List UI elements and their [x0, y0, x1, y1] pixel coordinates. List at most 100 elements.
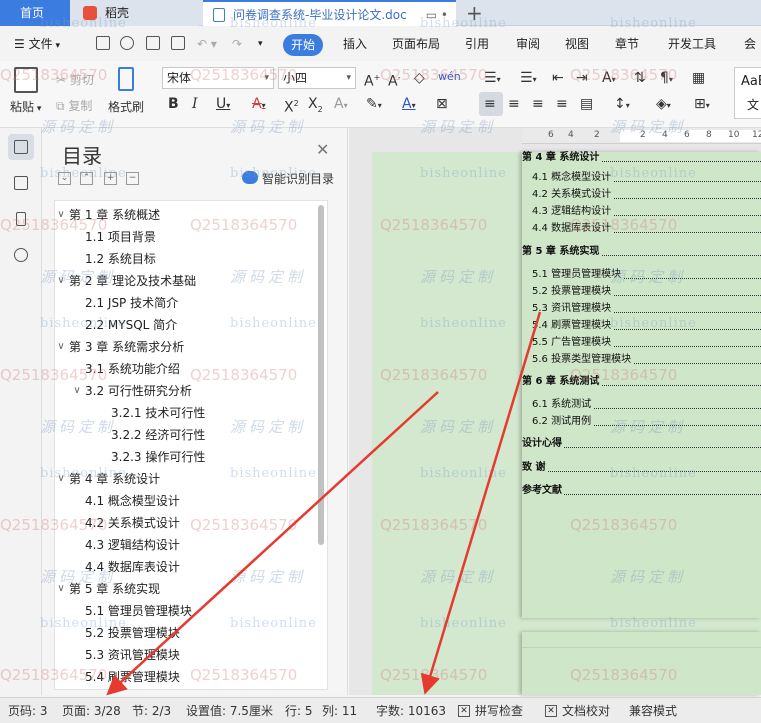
doc-proof-button[interactable]: 文档校对	[562, 698, 610, 723]
bold-icon[interactable]: B	[168, 94, 179, 114]
show-marks-icon[interactable]: ¶▾	[660, 68, 673, 90]
char-border-icon[interactable]: ⊠	[436, 94, 448, 114]
toc-scrollbar[interactable]	[318, 205, 324, 545]
chevron-down-icon[interactable]: ∨	[55, 336, 67, 358]
document-toc-line[interactable]: 设计心得	[522, 436, 761, 452]
cut-button[interactable]: ✂ 剪切	[56, 71, 94, 88]
tab-document[interactable]: 问卷调查系统-毕业设计论文.doc ▭ •	[203, 0, 456, 26]
chevron-down-icon[interactable]: ∨	[55, 578, 67, 600]
customize-chevron-icon[interactable]: ▾	[258, 27, 263, 61]
menu-file[interactable]: ☰ 文件 ▾	[14, 27, 60, 61]
chevron-down-icon[interactable]: ∨	[71, 380, 83, 402]
strikethrough-icon[interactable]: A▾	[252, 94, 266, 116]
table-icon[interactable]: ▦	[692, 68, 705, 88]
document-toc-line[interactable]: 6.2 测试用例	[522, 414, 761, 430]
numbered-list-icon[interactable]: ☰▾	[520, 68, 537, 90]
next-page[interactable]	[522, 632, 761, 695]
tab-home[interactable]: 首页	[0, 0, 70, 26]
save-icon[interactable]	[96, 36, 110, 50]
menu-references[interactable]: 引用	[465, 27, 489, 61]
menu-view[interactable]: 视图	[565, 27, 589, 61]
subscript-icon[interactable]: X2	[308, 94, 323, 120]
menu-start[interactable]: 开始	[283, 34, 324, 56]
menu-review[interactable]: 审阅	[516, 27, 540, 61]
document-page[interactable]: 第 4 章 系统设计 4.1 概念模型设计 4.2 关系模式设计 4.3 逻辑结构设计…	[522, 152, 761, 618]
status-page[interactable]: 页面: 3/28	[62, 698, 121, 723]
collapse-all-icon[interactable]: ⌄	[58, 172, 71, 185]
document-toc-line[interactable]: 5.3 资讯管理模块	[522, 301, 761, 317]
navigation-button[interactable]	[8, 170, 34, 196]
add-tab-button[interactable]: +	[466, 1, 483, 25]
format-painter-icon[interactable]	[118, 67, 134, 91]
document-toc-line[interactable]: 第 4 章 系统设计	[522, 150, 761, 166]
text-effect-icon[interactable]: A▾	[334, 94, 348, 116]
chevron-down-icon[interactable]: ∨	[55, 204, 67, 226]
export-icon[interactable]	[120, 36, 134, 50]
align-center-icon[interactable]: ≡	[508, 94, 520, 114]
shrink-font-icon[interactable]: A-	[388, 68, 400, 92]
document-toc-line[interactable]: 4.1 概念模型设计	[522, 170, 761, 186]
menu-chapter[interactable]: 章节	[615, 27, 639, 61]
document-toc-line[interactable]: 5.5 广告管理模块	[522, 335, 761, 351]
add-heading-icon[interactable]: +	[104, 172, 117, 185]
decrease-indent-icon[interactable]: ⇤	[552, 68, 564, 88]
font-name-select[interactable]: 宋体 ▾	[162, 67, 274, 89]
grow-font-icon[interactable]: A+	[364, 68, 380, 92]
distribute-icon[interactable]: ▤	[580, 94, 593, 114]
chinese-layout-icon[interactable]: A▾	[602, 68, 616, 90]
document-toc-line[interactable]: 参考文献	[522, 483, 761, 499]
line-spacing-icon[interactable]: ↕▾	[614, 94, 630, 116]
menu-page-layout[interactable]: 页面布局	[392, 27, 440, 61]
increase-indent-icon[interactable]: ⇥	[576, 68, 588, 88]
document-toc-line[interactable]: 6.1 系统测试	[522, 397, 761, 413]
print-icon[interactable]	[146, 36, 160, 50]
toc-panel-button[interactable]	[8, 134, 34, 160]
underline-icon[interactable]: U▾	[216, 94, 230, 116]
clear-format-icon[interactable]: ◇	[414, 68, 425, 88]
print-preview-icon[interactable]	[171, 36, 185, 50]
chevron-down-icon[interactable]: ∨	[55, 468, 67, 490]
document-toc-line[interactable]: 4.2 关系模式设计	[522, 187, 761, 203]
close-icon[interactable]: ✕	[316, 140, 329, 159]
format-painter-button[interactable]: 格式刷	[108, 98, 144, 115]
chevron-down-icon[interactable]: ∨	[55, 270, 67, 292]
document-toc-line[interactable]: 致 谢	[522, 460, 761, 476]
italic-icon[interactable]: I	[192, 94, 198, 114]
bullet-list-icon[interactable]: ☰▾	[484, 68, 501, 90]
menu-developer[interactable]: 开发工具	[668, 27, 716, 61]
status-word-count[interactable]: 字数: 10163	[376, 698, 446, 723]
remove-heading-icon[interactable]: −	[126, 172, 139, 185]
menu-member[interactable]: 会员	[744, 27, 761, 85]
document-toc-line[interactable]: 第 6 章 系统测试	[522, 374, 761, 390]
document-toc-line[interactable]: 5.6 投票类型管理模块	[522, 352, 761, 368]
borders-icon[interactable]: ⊞▾	[694, 94, 710, 116]
copy-button[interactable]: ⧉ 复制	[56, 97, 92, 114]
paste-button[interactable]: 粘贴 ▾	[10, 98, 41, 115]
menu-insert[interactable]: 插入	[343, 27, 367, 61]
shading-icon[interactable]: ◈▾	[656, 94, 671, 116]
expand-all-icon[interactable]: ⌃	[80, 172, 93, 185]
align-right-icon[interactable]: ≡	[532, 94, 544, 114]
font-size-select[interactable]: 小四 ▾	[278, 67, 356, 89]
spell-check-button[interactable]: 拼写检查	[475, 698, 523, 723]
bookmark-button[interactable]	[8, 206, 34, 232]
horizontal-ruler[interactable]: 6 4 2 2 4 6 8 10 12	[522, 128, 761, 144]
smart-toc-button[interactable]: 智能识别目录	[242, 170, 334, 187]
style-gallery[interactable]: AaBl 文	[734, 67, 761, 119]
search-button[interactable]	[8, 242, 34, 268]
document-toc-line[interactable]: 5.4 刷票管理模块	[522, 318, 761, 334]
highlight-icon[interactable]: ✎▾	[366, 94, 382, 116]
justify-icon[interactable]: ≡	[556, 94, 568, 114]
document-toc-line[interactable]: 4.3 逻辑结构设计	[522, 204, 761, 220]
align-left-icon[interactable]: ≡	[484, 94, 496, 114]
document-toc-line[interactable]: 5.1 管理员管理模块	[522, 267, 761, 283]
sort-icon[interactable]: ⇅	[634, 68, 646, 88]
document-toc-line[interactable]: 第 5 章 系统实现	[522, 244, 761, 260]
tab-daoke[interactable]: 稻壳	[71, 0, 199, 26]
superscript-icon[interactable]: X2	[284, 94, 299, 118]
font-color-icon[interactable]: A▾	[402, 94, 416, 116]
redo-icon[interactable]: ↷	[232, 27, 242, 61]
undo-icon[interactable]: ↶ ▾	[197, 27, 217, 61]
document-toc-line[interactable]: 5.2 投票管理模块	[522, 284, 761, 300]
tab-close-icon[interactable]: ▭ •	[426, 2, 448, 28]
